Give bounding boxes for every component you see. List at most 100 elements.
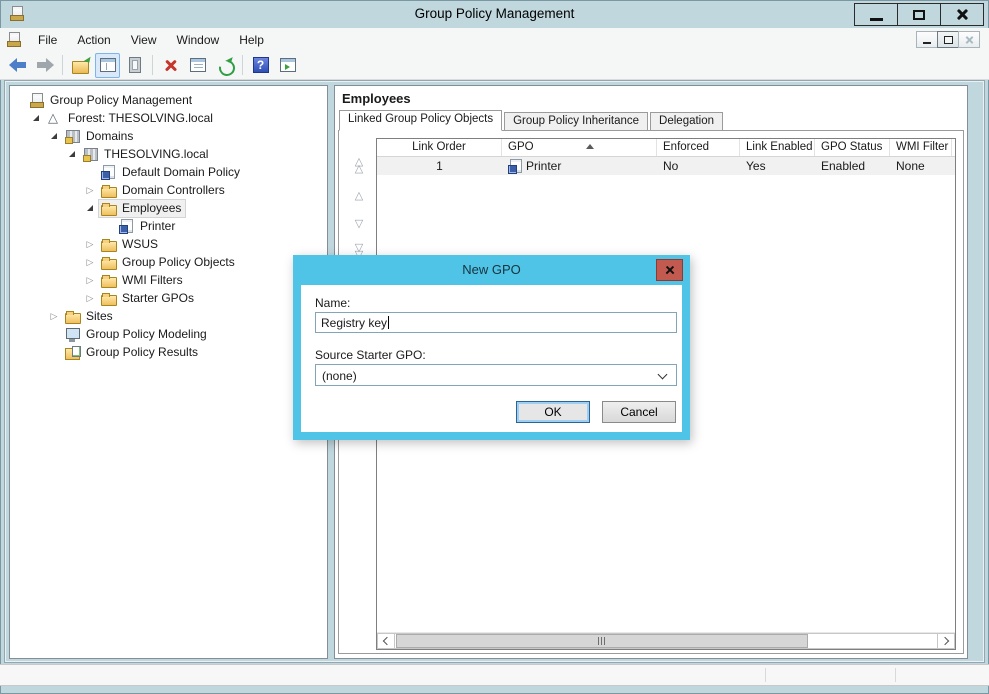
tree-item-wsus[interactable]: WSUS (10, 235, 327, 253)
tree-item-sites[interactable]: Sites (10, 307, 327, 325)
move-link-down-button[interactable] (347, 215, 371, 233)
back-button[interactable] (5, 53, 30, 78)
expander-icon[interactable] (64, 151, 80, 157)
menu-action[interactable]: Action (67, 30, 120, 50)
clipboard-button[interactable] (122, 53, 147, 78)
menu-file[interactable]: File (28, 30, 67, 50)
tree-item-label: Group Policy Modeling (86, 327, 207, 341)
maximize-button[interactable] (897, 3, 941, 26)
menu-help[interactable]: Help (229, 30, 274, 50)
tree-item-employees[interactable]: Employees (10, 199, 327, 217)
tree-item-domain[interactable]: THESOLVING.local (10, 145, 327, 163)
tree-item-label: Forest: THESOLVING.local (68, 111, 213, 125)
ok-button[interactable]: OK (516, 401, 590, 423)
toolbar-separator (242, 55, 243, 75)
minimize-button[interactable] (854, 3, 898, 26)
forward-button[interactable] (32, 53, 57, 78)
tree-item-label: THESOLVING.local (104, 147, 208, 161)
tree-item-label: Group Policy Management (50, 93, 192, 107)
child-close-button[interactable] (958, 31, 980, 48)
forest-icon (47, 111, 63, 126)
column-header-link-order[interactable]: Link Order (377, 139, 502, 156)
new-window-button[interactable] (275, 53, 300, 78)
column-header-link-enabled[interactable]: Link Enabled (740, 139, 815, 156)
tree-item-group-policy-objects[interactable]: Group Policy Objects (10, 253, 327, 271)
expander-icon[interactable] (82, 205, 98, 211)
tree-item-label: Group Policy Objects (122, 255, 235, 269)
column-header-wmi-filter[interactable]: WMI Filter (890, 139, 952, 156)
cell-gpo-status: Enabled (815, 158, 890, 174)
tree-item-wmi-filters[interactable]: WMI Filters (10, 271, 327, 289)
column-header-gpo[interactable]: GPO (502, 139, 657, 156)
results-icon (65, 345, 81, 360)
properties-button[interactable] (185, 53, 210, 78)
gpo-folder-icon (101, 255, 117, 270)
delete-button[interactable] (158, 53, 183, 78)
move-link-to-top-button[interactable] (347, 157, 371, 175)
new-window-icon (278, 55, 298, 75)
expander-icon[interactable] (82, 293, 98, 304)
tree-item-gpm-root[interactable]: Group Policy Management (10, 91, 327, 109)
tab-delegation[interactable]: Delegation (650, 112, 723, 131)
scroll-right-button[interactable] (937, 633, 955, 649)
expander-icon[interactable] (46, 311, 62, 322)
menu-window[interactable]: Window (167, 30, 230, 50)
tree-item-domain-controllers[interactable]: Domain Controllers (10, 181, 327, 199)
title-bar: Group Policy Management (0, 0, 989, 28)
column-header-label: GPO (508, 141, 534, 153)
tree-item-starter-gpos[interactable]: Starter GPOs (10, 289, 327, 307)
move-link-up-button[interactable] (347, 187, 371, 205)
child-minimize-button[interactable] (916, 31, 938, 48)
tree-item-group-policy-results[interactable]: Group Policy Results (10, 343, 327, 361)
expander-icon[interactable] (28, 115, 44, 121)
expander-icon[interactable] (82, 185, 98, 196)
expander-icon[interactable] (46, 133, 62, 139)
tree-item-default-domain-policy[interactable]: Default Domain Policy (10, 163, 327, 181)
scrollbar-track[interactable] (395, 633, 937, 649)
down-arrow-icon (355, 221, 363, 228)
tree-item-domains[interactable]: Domains (10, 127, 327, 145)
column-header-enforced[interactable]: Enforced (657, 139, 740, 156)
cell-modified: 17. (952, 158, 956, 174)
selected-tree-item[interactable]: Employees (98, 199, 186, 218)
source-starter-gpo-value: (none) (322, 369, 357, 383)
expander-icon[interactable] (82, 257, 98, 268)
folder-icon (101, 201, 117, 216)
dialog-body: Name: Registry key Source Starter GPO: (… (301, 285, 682, 432)
domains-icon (65, 129, 81, 144)
show-console-tree-button[interactable] (95, 53, 120, 78)
table-header-row: Link Order GPO Enforced Link Enabled GPO… (377, 139, 955, 157)
refresh-icon (215, 55, 235, 75)
tab-group-policy-inheritance[interactable]: Group Policy Inheritance (504, 112, 648, 131)
console-icon (6, 32, 22, 47)
scrollbar-thumb[interactable] (396, 634, 808, 648)
tree-item-printer[interactable]: Printer (10, 217, 327, 235)
expander-icon[interactable] (82, 275, 98, 286)
menu-view[interactable]: View (121, 30, 167, 50)
column-header-modified[interactable]: Modified (952, 139, 956, 156)
column-header-gpo-status[interactable]: GPO Status (815, 139, 890, 156)
chevron-right-icon (941, 637, 949, 645)
cancel-button[interactable]: Cancel (602, 401, 676, 423)
tab-linked-group-policy-objects[interactable]: Linked Group Policy Objects (339, 110, 502, 131)
up-arrow-icon (355, 193, 363, 200)
dialog-close-button[interactable] (656, 259, 683, 281)
tree-item-forest[interactable]: Forest: THESOLVING.local (10, 109, 327, 127)
close-button[interactable] (940, 3, 984, 26)
tree-item-label: Starter GPOs (122, 291, 194, 305)
modeling-icon (65, 327, 81, 342)
child-restore-button[interactable] (937, 31, 959, 48)
source-starter-gpo-dropdown[interactable]: (none) (315, 364, 677, 386)
refresh-button[interactable] (212, 53, 237, 78)
scroll-left-button[interactable] (377, 633, 395, 649)
help-button[interactable] (248, 53, 273, 78)
tree-item-label: Domains (86, 129, 133, 143)
table-row[interactable]: 1 Printer No Yes Enabled None 17. (377, 157, 955, 175)
back-icon (8, 55, 28, 75)
horizontal-scrollbar[interactable] (377, 632, 955, 649)
gpo-name-input[interactable]: Registry key (315, 312, 677, 333)
expander-icon[interactable] (82, 239, 98, 250)
tab-strip: Linked Group Policy Objects Group Policy… (339, 110, 725, 131)
tree-item-group-policy-modeling[interactable]: Group Policy Modeling (10, 325, 327, 343)
export-list-button[interactable] (68, 53, 93, 78)
